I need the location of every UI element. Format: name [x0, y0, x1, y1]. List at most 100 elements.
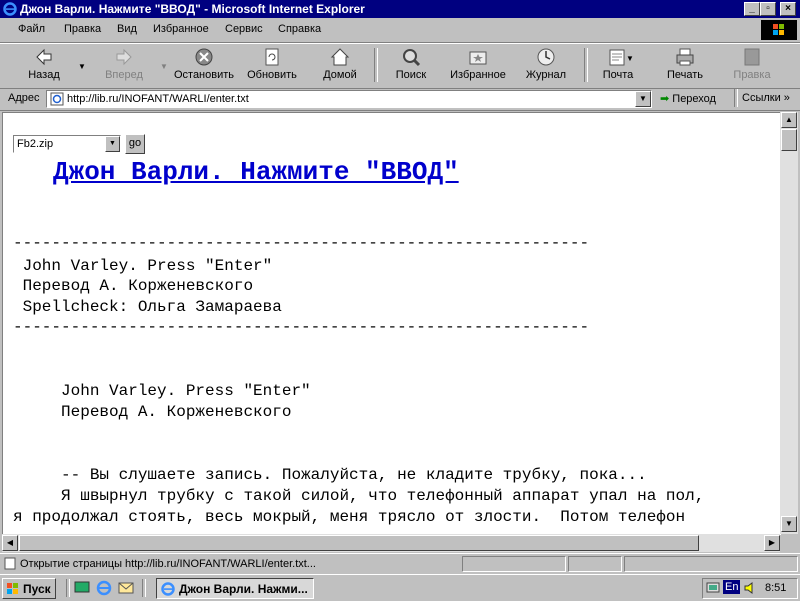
scroll-right-icon[interactable]: ▶ — [764, 535, 780, 551]
chevron-right-icon: » — [783, 92, 790, 104]
menu-bar: Файл Правка Вид Избранное Сервис Справка — [0, 18, 800, 43]
taskbar-ie-window[interactable]: Джон Варли. Нажми... — [156, 578, 314, 599]
vertical-scrollbar[interactable]: ▲ ▼ — [780, 112, 798, 534]
status-text: Открытие страницы http://lib.ru/INOFANT/… — [20, 558, 316, 570]
refresh-button[interactable]: Обновить — [244, 46, 300, 86]
back-dropdown-icon[interactable]: ▼ — [78, 62, 86, 71]
separator-line: ----------------------------------------… — [13, 234, 590, 252]
edit-button[interactable]: Правка — [726, 46, 778, 86]
status-zone-pane — [624, 556, 798, 572]
stop-icon — [195, 48, 213, 66]
taskbar: Пуск Джон Варли. Нажми... En 8:51 — [0, 574, 800, 601]
address-input[interactable]: http://lib.ru/INOFANT/WARLI/enter.txt ▼ — [46, 90, 652, 108]
system-tray: En 8:51 — [702, 578, 798, 599]
show-desktop-icon[interactable] — [74, 581, 90, 595]
title-bar[interactable]: Джон Варли. Нажмите "ВВОД" - Microsoft I… — [0, 0, 800, 18]
body-line: -- Вы слушаете запись. Пожалуйста, не кл… — [13, 466, 647, 484]
go-label: Переход — [672, 93, 716, 105]
taskbar-separator — [66, 579, 70, 597]
format-go-button[interactable]: go — [125, 134, 145, 154]
history-icon — [537, 48, 555, 66]
scroll-left-icon[interactable]: ◀ — [2, 535, 18, 551]
search-icon — [403, 49, 421, 67]
clock[interactable]: 8:51 — [765, 582, 786, 594]
address-separator — [734, 89, 738, 107]
maximize-button[interactable]: ▫ — [760, 2, 776, 16]
home-button[interactable]: Домой — [316, 46, 364, 86]
language-indicator[interactable]: En — [723, 580, 741, 594]
menu-edit[interactable]: Правка — [64, 23, 101, 35]
links-label: Ссылки — [742, 92, 781, 104]
forward-button[interactable]: Вперед — [96, 46, 152, 86]
close-button[interactable]: × — [780, 2, 796, 16]
address-bar: Адрес http://lib.ru/INOFANT/WARLI/enter.… — [0, 88, 800, 111]
start-label: Пуск — [23, 582, 51, 596]
windows-logo — [761, 20, 797, 40]
status-page-icon — [4, 557, 16, 570]
toolbar-separator — [584, 48, 588, 82]
header-line: Перевод А. Корженевского — [13, 277, 254, 295]
start-button[interactable]: Пуск — [2, 578, 56, 599]
page-title-link[interactable]: Джон Варли. Нажмите "ВВОД" — [53, 157, 459, 187]
network-icon[interactable] — [706, 581, 720, 595]
go-arrow-icon: ➡ — [660, 93, 670, 105]
address-dropdown-icon[interactable]: ▼ — [635, 91, 651, 107]
header-line: Spellcheck: Ольга Замараева — [13, 298, 282, 316]
forward-arrow-icon — [116, 48, 132, 66]
scroll-down-icon[interactable]: ▼ — [781, 516, 797, 532]
toolbar-separator — [374, 48, 378, 82]
body-line: Перевод А. Корженевского — [13, 403, 292, 421]
address-label: Адрес — [8, 92, 40, 104]
go-button[interactable]: ➡ Переход — [660, 92, 716, 105]
ie-quicklaunch-icon[interactable] — [96, 580, 112, 596]
body-line: Я швырнул трубку с такой силой, что теле… — [13, 487, 705, 505]
print-button[interactable]: Печать — [660, 46, 710, 86]
separator-line: ----------------------------------------… — [13, 318, 590, 336]
status-bar: Открытие страницы http://lib.ru/INOFANT/… — [0, 553, 800, 574]
ie-logo-icon — [3, 2, 17, 16]
back-arrow-icon — [36, 48, 52, 66]
edit-page-icon — [744, 48, 760, 66]
standard-toolbar: Назад ▼ Вперед ▼ Остановить Обновить Дом… — [0, 43, 800, 89]
links-button[interactable]: Ссылки » — [742, 92, 790, 104]
outlook-quicklaunch-icon[interactable] — [118, 580, 134, 596]
search-button[interactable]: Поиск — [388, 46, 434, 86]
vertical-scroll-thumb[interactable] — [781, 129, 797, 151]
windows-flag-icon — [7, 583, 18, 594]
mail-dropdown-icon[interactable]: ▼ — [626, 54, 634, 63]
menu-view[interactable]: Вид — [117, 23, 137, 35]
refresh-icon — [265, 48, 279, 66]
menu-tools[interactable]: Сервис — [225, 23, 263, 35]
menu-favorites[interactable]: Избранное — [153, 23, 209, 35]
stop-button[interactable]: Остановить — [172, 46, 236, 86]
page-content: Fb2.zip ▼ go Джон Варли. Нажмите "ВВОД" … — [2, 112, 781, 535]
taskbar-ie-label: Джон Варли. Нажми... — [179, 582, 308, 596]
taskbar-separator — [142, 579, 146, 597]
back-button[interactable]: Назад — [18, 46, 70, 86]
address-url: http://lib.ru/INOFANT/WARLI/enter.txt — [67, 93, 249, 105]
windows-flag-icon — [773, 24, 784, 35]
minimize-button[interactable]: _ — [744, 2, 760, 16]
menu-help[interactable]: Справка — [278, 23, 321, 35]
volume-icon[interactable] — [743, 581, 757, 595]
format-select[interactable]: Fb2.zip ▼ — [13, 135, 121, 153]
favorites-button[interactable]: Избранное — [444, 46, 512, 86]
header-line: John Varley. Press "Enter" — [13, 257, 273, 275]
chevron-down-icon: ▼ — [105, 136, 120, 152]
horizontal-scrollbar[interactable]: ◀ ▶ — [2, 534, 780, 552]
mail-button[interactable]: Почта — [596, 46, 640, 86]
body-line: John Varley. Press "Enter" — [13, 382, 311, 400]
status-pane — [568, 556, 622, 572]
status-pane — [462, 556, 566, 572]
window-title: Джон Варли. Нажмите "ВВОД" - Microsoft I… — [20, 2, 365, 16]
menu-file[interactable]: Файл — [18, 23, 45, 35]
printer-icon — [676, 48, 694, 66]
ie-logo-icon — [161, 582, 175, 596]
horizontal-scroll-thumb[interactable] — [19, 535, 699, 551]
forward-dropdown-icon[interactable]: ▼ — [160, 62, 168, 71]
scroll-up-icon[interactable]: ▲ — [781, 112, 797, 128]
favorites-folder-icon — [469, 51, 487, 65]
home-icon — [330, 48, 350, 66]
history-button[interactable]: Журнал — [520, 46, 572, 86]
format-select-value: Fb2.zip — [17, 138, 54, 150]
